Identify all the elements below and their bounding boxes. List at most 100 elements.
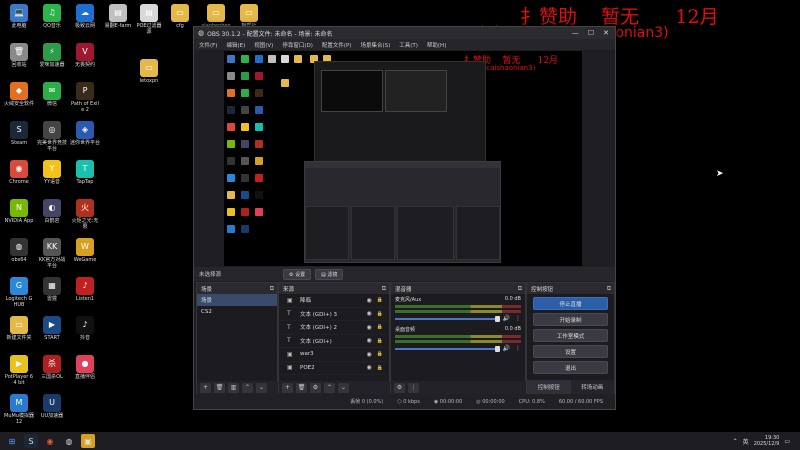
kebab-menu-icon[interactable]: ⋮ [515,315,521,322]
menu-item[interactable]: 配置文件(P) [322,41,352,49]
desktop-icon[interactable]: Y YY语音 [37,160,67,185]
desktop-icon[interactable]: ▤ 易翻E-farm [103,4,133,29]
kebab-menu-icon[interactable]: ⋮ [515,345,521,352]
desktop-icon[interactable]: ☁ 极致云网 [70,4,100,29]
menu-item[interactable]: 文件(F) [199,41,217,49]
desktop-icon[interactable]: KK KK官方对战平台 [37,238,67,269]
obs-preview[interactable]: 扌赞助 暂无 12月 X充电+ V ( tiancaishaonian3) [224,51,582,266]
desktop-icon[interactable]: ▤ POE过滤器源 [134,4,164,35]
chevron-up-icon[interactable]: ⌃ [733,438,738,445]
steam-icon[interactable]: S [24,434,38,448]
volume-slider[interactable]: 🔊 ⋮ [395,315,521,322]
desktop-icon[interactable]: ▭ cfg [165,4,195,29]
control-button[interactable]: 退出 [533,361,608,374]
move-down-button[interactable]: ⌄ [338,382,349,393]
desktop-icon[interactable]: M MuMu模拟器12 [4,394,34,425]
speaker-icon[interactable]: 🔊 [503,345,510,352]
desktop-icon[interactable]: 火火炬之光:无限 [70,199,100,230]
lock-icon[interactable]: 🔒 [377,324,383,330]
volume-track[interactable] [395,345,500,352]
desktop-icon[interactable]: ▭ letoxpn [134,58,164,84]
desktop-icon[interactable]: N NVIDIA App [4,199,34,224]
desktop-icon[interactable]: U UU加速器 [37,394,67,419]
desktop-icon[interactable]: S Steam [4,121,34,146]
desktop-icon[interactable]: ◆ 火绒安全软件 [4,82,34,107]
scene-filters-button[interactable]: ▥ [228,382,239,393]
desktop-icon[interactable]: ▭ 新建文件夹 [4,316,34,341]
desktop-icon[interactable]: ♪ Listen1 [70,277,100,302]
desktop-icon[interactable]: 💻 此电脑 [4,4,34,29]
volume-knob[interactable] [494,315,500,322]
desktop-icon[interactable]: ◈ 迷你世界平台 [70,121,100,146]
remove-scene-button[interactable]: 🗑 [214,382,225,393]
desktop-icon[interactable]: ◍ obs64 [4,238,34,263]
move-up-button[interactable]: ⌃ [324,382,335,393]
control-button[interactable]: 停止直播 [533,297,608,310]
desktop-icon[interactable]: G Logitech G HUB [4,277,34,308]
ime-indicator[interactable]: 英 [743,437,749,446]
desktop-icon[interactable]: W WeGame [70,238,100,263]
menu-item[interactable]: 场景集合(S) [360,41,390,49]
windows-start-icon[interactable]: ⊞ [5,434,19,448]
undock-icon[interactable]: ⧉ [518,285,522,293]
advanced-audio-icon[interactable]: ⚙ [394,382,405,393]
desktop-icon[interactable]: 🗑 回收站 [4,43,34,68]
visibility-eye-icon[interactable]: ◉ [367,337,372,344]
desktop-icon[interactable]: ▦ 雷霆 [37,277,67,302]
undock-icon[interactable]: ⧉ [607,285,611,293]
obs-icon[interactable]: ◍ [62,434,76,448]
close-icon[interactable]: ✕ [603,29,609,37]
add-scene-button[interactable]: + [200,382,211,393]
desktop-icon[interactable]: ♪ 抖音 [70,316,100,341]
desktop-icon[interactable]: P Path of Exile 2 [70,82,100,113]
source-item[interactable]: ▣ war3 ◉ 🔒 [279,348,389,362]
maximize-icon[interactable]: ☐ [588,29,594,37]
desktop-icon[interactable]: 杀三国杀OL [37,355,67,380]
source-item[interactable]: T 文本 (GDI+) ◉ 🔒 [279,335,389,348]
source-item[interactable]: T 文本 (GDI+) 2 ◉ 🔒 [279,321,389,335]
properties-button[interactable]: ⚙ 设置 [283,268,312,280]
scene-item[interactable]: CS2 [197,306,277,318]
menu-item[interactable]: 停靠窗口(D) [282,41,313,49]
chrome-icon[interactable]: ◉ [43,434,57,448]
app-icon[interactable]: ▣ [81,434,95,448]
visibility-eye-icon[interactable]: ◉ [367,310,372,317]
minimize-icon[interactable]: — [572,29,579,37]
desktop-icon[interactable]: ▶ START [37,316,67,341]
menu-item[interactable]: 工具(T) [399,41,418,49]
menu-item[interactable]: 帮助(H) [427,41,446,49]
controls-tab[interactable]: 控制按钮 [527,380,571,394]
visibility-eye-icon[interactable]: ◉ [367,351,372,358]
obs-window[interactable]: ◍ OBS 30.1.2 - 配置文件: 未命名 - 场景: 未命名 — ☐ ✕… [193,26,616,410]
controls-tab[interactable]: 转场动画 [570,380,614,394]
source-item[interactable]: ▣ 降临 ◉ 🔒 [279,294,389,308]
source-item[interactable]: ▣ POE2 ◉ 🔒 [279,362,389,375]
filters-button[interactable]: ▤ 滤镜 [315,268,344,280]
control-button[interactable]: 开始录制 [533,313,608,326]
volume-track[interactable] [395,315,500,322]
menu-item[interactable]: 视图(V) [254,41,273,49]
desktop-icon[interactable]: V 无畏契约 [70,43,100,68]
move-up-button[interactable]: ⌃ [242,382,253,393]
speaker-icon[interactable]: 🔊 [503,315,510,322]
move-down-button[interactable]: ⌄ [256,382,267,393]
visibility-eye-icon[interactable]: ◉ [367,297,372,304]
source-properties-button[interactable]: ⚙ [310,382,321,393]
desktop-icon[interactable]: ⚡ 爱咪加速器 [37,43,67,68]
desktop-icon[interactable]: ♫ QQ音乐 [37,4,67,29]
obs-titlebar[interactable]: ◍ OBS 30.1.2 - 配置文件: 未命名 - 场景: 未命名 — ☐ ✕ [194,27,615,39]
lock-icon[interactable]: 🔒 [377,338,383,344]
mixer-menu-icon[interactable]: ⋮ [408,382,419,393]
visibility-eye-icon[interactable]: ◉ [367,324,372,331]
lock-icon[interactable]: 🔒 [377,351,383,357]
visibility-eye-icon[interactable]: ◉ [367,364,372,371]
menu-item[interactable]: 编辑(E) [226,41,245,49]
undock-icon[interactable]: ⧉ [382,285,386,293]
lock-icon[interactable]: 🔒 [377,297,383,303]
desktop-icon[interactable]: ◉ Chrome [4,160,34,185]
control-button[interactable]: 工作室模式 [533,329,608,342]
desktop-icon[interactable]: ◎ 完美世界竞技平台 [37,121,67,152]
notification-icon[interactable]: ▭ [784,438,790,445]
volume-knob[interactable] [494,345,500,352]
desktop-icon[interactable]: ◐ 白鹤岩 [37,199,67,224]
